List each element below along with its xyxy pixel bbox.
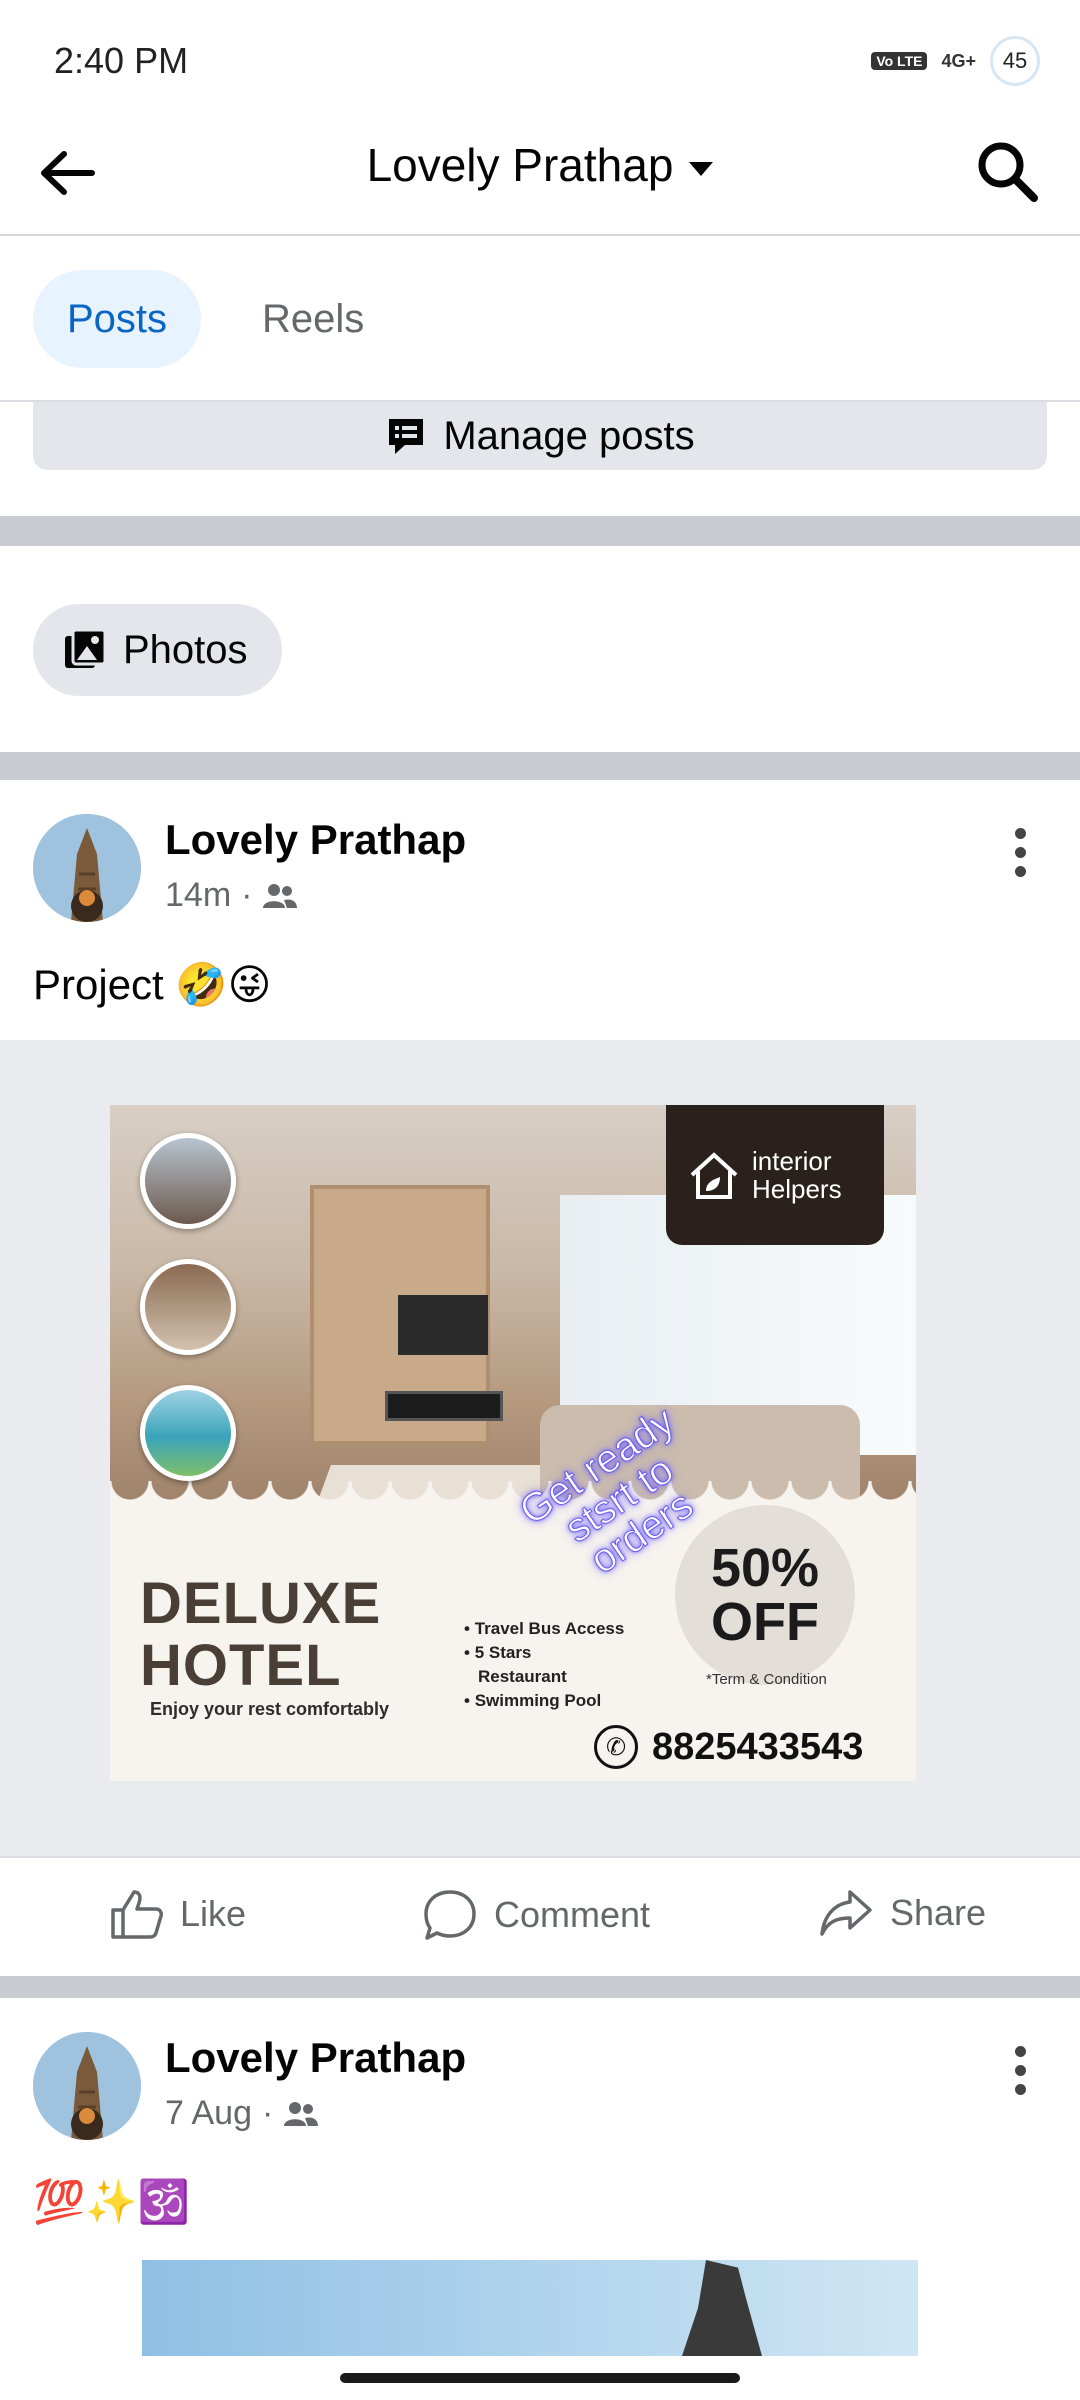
- house-logo-icon: [690, 1152, 738, 1199]
- search-icon[interactable]: [974, 138, 1040, 204]
- page-title: Lovely Prathap: [366, 139, 674, 191]
- comment-icon: [424, 1890, 476, 1940]
- discount-percent: 50%: [710, 1538, 820, 1598]
- post-author[interactable]: Lovely Prathap: [165, 2034, 466, 2082]
- brand-badge: interior Helpers: [666, 1105, 884, 1245]
- ad-terms: *Term & Condition: [706, 1671, 827, 1688]
- avatar[interactable]: [33, 814, 141, 922]
- share-icon: [820, 1890, 872, 1936]
- brand-line-2: Helpers: [752, 1174, 842, 1204]
- comment-label: Comment: [494, 1894, 651, 1935]
- thumbnail-lobby: [140, 1133, 236, 1229]
- discount-badge: 50% OFF: [675, 1505, 855, 1685]
- photos-label: Photos: [123, 627, 248, 672]
- brand-line-1: interior: [752, 1146, 832, 1176]
- volte-icon: Vo LTE: [871, 52, 928, 70]
- post-image[interactable]: interior Helpers Get ready stsrt to orde…: [110, 1105, 916, 1781]
- ad-features: Travel Bus Access 5 Stars Restaurant Swi…: [464, 1617, 625, 1713]
- manage-posts-icon: [389, 419, 424, 454]
- statue-silhouette: [682, 2260, 762, 2356]
- profile-tabs: Posts Reels: [0, 238, 1080, 402]
- post-image[interactable]: [142, 2260, 918, 2356]
- meta-separator: ·: [241, 876, 253, 914]
- phone-number: 8825433543: [652, 1725, 864, 1768]
- post-caption: Project 🤣😜: [33, 961, 272, 1008]
- section-divider: [0, 752, 1080, 780]
- post-time: 7 Aug: [165, 2094, 252, 2132]
- post-caption: 💯✨🕉️: [33, 2178, 190, 2225]
- profile-name-dropdown[interactable]: Lovely Prathap: [0, 138, 1080, 192]
- ad-title: DELUXE HOTEL: [140, 1573, 381, 1697]
- post-options-icon[interactable]: [1012, 2046, 1028, 2100]
- share-label: Share: [890, 1892, 987, 1933]
- feature-item: Restaurant: [478, 1667, 567, 1686]
- thumbnail-restaurant: [140, 1259, 236, 1355]
- friends-audience-icon: [284, 2101, 319, 2126]
- temple-avatar-image: [33, 814, 141, 922]
- like-label: Like: [180, 1893, 247, 1934]
- post-header: Lovely Prathap 7 Aug ·: [0, 2032, 1080, 2152]
- photos-button[interactable]: Photos: [33, 604, 282, 696]
- temple-avatar-image: [33, 2032, 141, 2140]
- post-author[interactable]: Lovely Prathap: [165, 816, 466, 864]
- battery-level: 45: [1002, 48, 1028, 73]
- thumbnail-pool: [140, 1385, 236, 1481]
- post-meta: 7 Aug ·: [165, 2094, 319, 2133]
- feature-item: 5 Stars: [464, 1641, 624, 1665]
- photos-icon: [65, 628, 107, 668]
- post-meta: 14m ·: [165, 876, 298, 915]
- ad-title-line-2: HOTEL: [140, 1633, 342, 1698]
- network-icon: 4G+: [941, 50, 976, 71]
- avatar[interactable]: [33, 2032, 141, 2140]
- section-divider: [0, 1976, 1080, 1998]
- post-header: Lovely Prathap 14m ·: [0, 814, 1080, 934]
- post-time: 14m: [165, 876, 232, 914]
- manage-posts-label: Manage posts: [443, 413, 695, 458]
- post-options-icon[interactable]: [1012, 828, 1028, 882]
- status-bar: 2:40 PM Vo LTE 4G+ 45: [0, 0, 1080, 120]
- comment-button[interactable]: Comment: [422, 1888, 650, 1942]
- feature-item: Swimming Pool: [464, 1689, 624, 1713]
- caret-down-icon: [689, 161, 714, 176]
- feature-item: Travel Bus Access: [464, 1617, 625, 1641]
- battery-icon: 45: [990, 36, 1040, 86]
- like-icon: [111, 1890, 163, 1939]
- like-button[interactable]: Like: [110, 1888, 246, 1940]
- ad-title-line-1: DELUXE: [140, 1571, 382, 1636]
- manage-posts-button[interactable]: Manage posts: [33, 402, 1047, 470]
- ad-subtitle: Enjoy your rest comfortably: [150, 1699, 390, 1719]
- share-button[interactable]: Share: [818, 1888, 986, 1938]
- status-time: 2:40 PM: [54, 40, 189, 81]
- friends-audience-icon: [263, 883, 298, 908]
- section-divider: [0, 516, 1080, 546]
- discount-off: OFF: [711, 1592, 819, 1652]
- app-bar: Lovely Prathap: [0, 120, 1080, 236]
- tab-reels[interactable]: Reels: [228, 270, 398, 368]
- home-indicator[interactable]: [340, 2373, 740, 2383]
- tab-posts[interactable]: Posts: [33, 270, 202, 368]
- post-actions: Like Comment Share: [0, 1856, 1080, 1976]
- phone-icon: ✆: [594, 1725, 638, 1769]
- ad-phone: ✆ 8825433543: [594, 1725, 863, 1769]
- meta-separator: ·: [261, 2094, 274, 2132]
- status-icons: Vo LTE 4G+ 45: [871, 36, 1040, 86]
